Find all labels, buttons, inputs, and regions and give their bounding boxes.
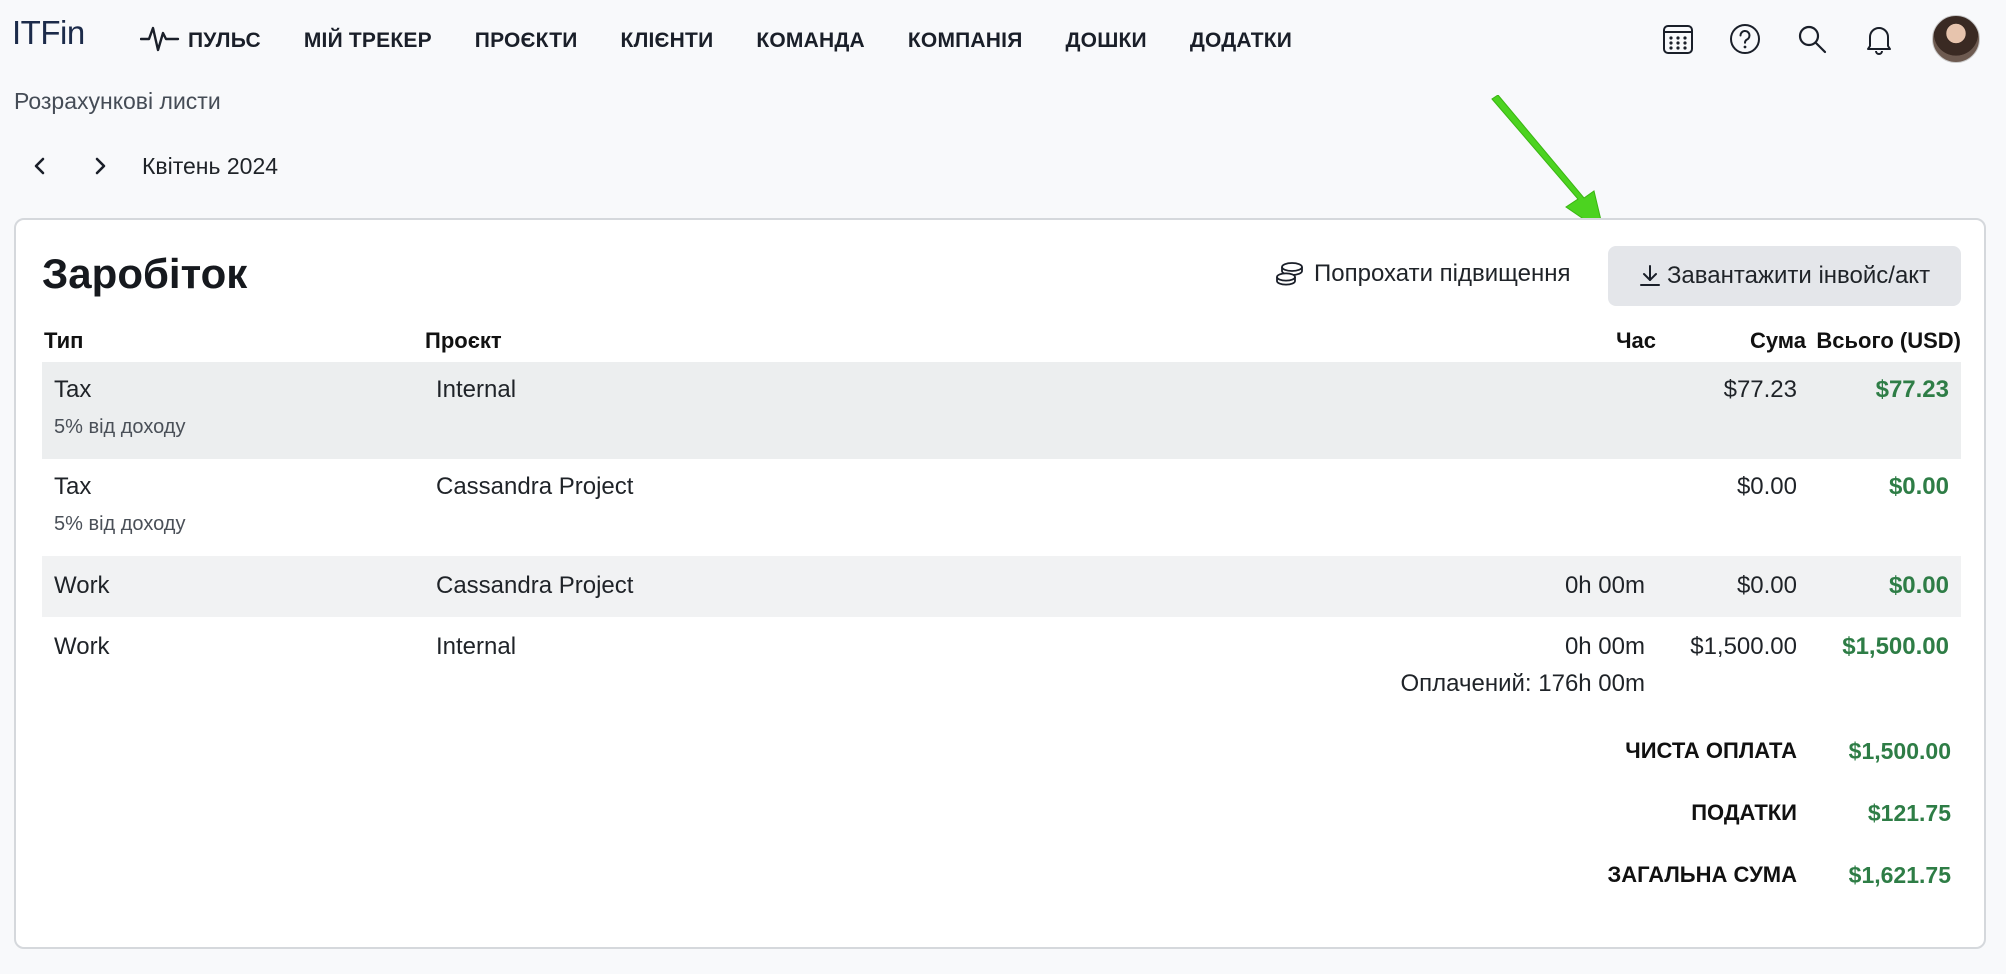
month-label: Квітень 2024 (142, 152, 279, 179)
table-row: Work Cassandra Project 0h 00m $0.00 $0.0… (42, 556, 1961, 617)
request-raise-label: Попрохати підвищення (1314, 260, 1571, 287)
download-invoice-button[interactable]: Завантажити інвойс/акт (1608, 246, 1961, 306)
row-sum: $1,500.00 (1690, 633, 1797, 660)
nav-item-addons[interactable]: ДОДАТКИ (1190, 29, 1292, 53)
earnings-card: Заробіток Попрохати підвищення Завантажи… (14, 218, 1986, 949)
column-header-type: Тип (44, 328, 84, 353)
prev-month-button[interactable] (24, 146, 56, 186)
download-invoice-label: Завантажити інвойс/акт (1666, 262, 1931, 289)
download-icon (1639, 265, 1660, 286)
row-paid-hours: Оплачений: 176h 00m (1400, 670, 1646, 697)
column-header-sum: Сума (1749, 328, 1806, 353)
grand-total-row: ЗАГАЛЬНА СУМА $1,621.75 (42, 846, 1961, 908)
row-sum: $0.00 (1736, 473, 1797, 500)
top-navigation-bar: ITFin ПУЛЬС МІЙ ТРЕКЕР ПРОЄКТИ КЛІЄНТИ К… (0, 0, 2006, 78)
avatar[interactable] (1932, 15, 1980, 63)
column-header-total: Всього (USD) (1816, 328, 1961, 353)
nav-item-clients[interactable]: КЛІЄНТИ (621, 29, 714, 53)
row-total: $0.00 (1888, 473, 1949, 500)
net-pay-label: ЧИСТА ОПЛАТА (1625, 738, 1797, 763)
card-title: Заробіток (42, 250, 248, 297)
row-time: 0h 00m (1564, 633, 1645, 660)
search-icon[interactable] (1794, 21, 1830, 57)
nav-item-projects[interactable]: ПРОЄКТИ (475, 29, 578, 53)
earnings-table: Tax 5% від доходу Internal $77.23 $77.23… (42, 362, 1961, 701)
nav-item-my-tracker[interactable]: МІЙ ТРЕКЕР (304, 29, 432, 53)
page-title: Розрахункові листи (14, 88, 221, 114)
column-header-project: Проєкт (425, 328, 502, 353)
column-header-time: Час (1616, 328, 1656, 353)
pulse-icon (139, 22, 180, 60)
main-nav: ПУЛЬС МІЙ ТРЕКЕР ПРОЄКТИ КЛІЄНТИ КОМАНДА… (139, 22, 1292, 60)
totals-section: ЧИСТА ОПЛАТА $1,500.00 ПОДАТКИ $121.75 З… (42, 722, 1961, 908)
row-type: Tax (54, 473, 92, 500)
row-sum: $77.23 (1723, 376, 1797, 403)
table-header: Тип Проєкт Час Сума Всього (USD) (42, 328, 1961, 362)
month-switcher: Квітень 2024 (24, 146, 278, 186)
net-pay-row: ЧИСТА ОПЛАТА $1,500.00 (42, 722, 1961, 784)
top-right-icons (1660, 14, 2006, 64)
table-row: Tax 5% від доходу Internal $77.23 $77.23 (42, 362, 1961, 459)
row-total: $0.00 (1888, 572, 1949, 599)
nav-item-pulse[interactable]: ПУЛЬС (139, 22, 261, 60)
row-note: 5% від доходу (54, 513, 186, 535)
nav-item-company[interactable]: КОМПАНІЯ (908, 29, 1023, 53)
table-row: Work Internal 0h 00m Оплачений: 176h 00m… (42, 617, 1961, 701)
row-time: 0h 00m (1564, 572, 1645, 599)
chevron-right-icon (95, 157, 106, 175)
row-type: Tax (54, 376, 92, 403)
nav-item-label: ПУЛЬС (188, 29, 261, 52)
row-total: $77.23 (1875, 376, 1949, 403)
row-project: Internal (436, 633, 517, 660)
nav-item-team[interactable]: КОМАНДА (756, 29, 865, 53)
row-note: 5% від доходу (54, 416, 186, 438)
request-raise-button[interactable]: Попрохати підвищення (1274, 260, 1570, 288)
row-sum: $0.00 (1736, 572, 1797, 599)
bell-icon[interactable] (1861, 21, 1897, 57)
calendar-icon[interactable] (1660, 21, 1696, 57)
help-icon[interactable] (1727, 21, 1763, 57)
taxes-value: $121.75 (1867, 800, 1951, 826)
row-project: Internal (436, 376, 517, 403)
app-logo[interactable]: ITFin (12, 14, 85, 52)
table-row: Tax 5% від доходу Cassandra Project $0.0… (42, 459, 1961, 556)
taxes-row: ПОДАТКИ $121.75 (42, 784, 1961, 846)
row-project: Cassandra Project (436, 572, 634, 599)
row-project: Cassandra Project (436, 473, 634, 500)
grand-total-label: ЗАГАЛЬНА СУМА (1607, 862, 1797, 887)
chevron-left-icon (34, 157, 45, 175)
coins-icon (1276, 262, 1303, 286)
row-type: Work (54, 572, 110, 599)
row-type: Work (54, 633, 110, 660)
grand-total-value: $1,621.75 (1848, 862, 1951, 888)
taxes-label: ПОДАТКИ (1691, 800, 1797, 825)
next-month-button[interactable] (84, 146, 116, 186)
nav-item-boards[interactable]: ДОШКИ (1066, 29, 1147, 53)
net-pay-value: $1,500.00 (1848, 738, 1951, 764)
row-total: $1,500.00 (1842, 633, 1949, 660)
